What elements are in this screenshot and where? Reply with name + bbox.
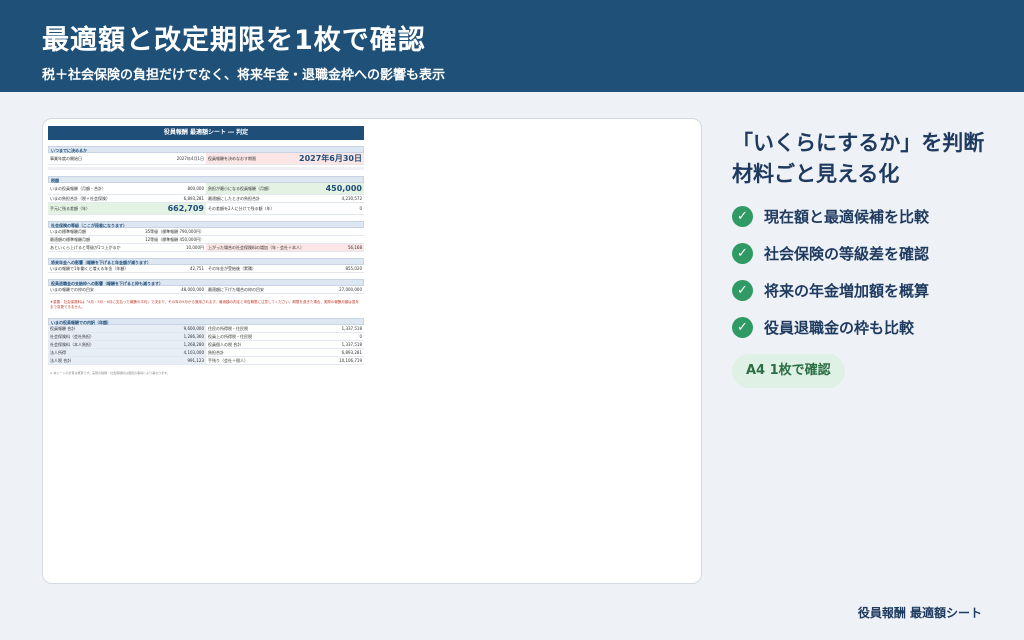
- cell-label: 上がった場合の社会保険料の増加（年・会社＋本人）: [208, 245, 304, 250]
- cell-value: 48,000,000: [181, 287, 204, 292]
- cell-label: 手残り（会社＋個人）: [208, 358, 248, 363]
- cell-value: 1,337,518: [341, 326, 362, 331]
- cell-label: 社会保険料（会社負担）: [50, 334, 94, 339]
- feature-label: 現在額と最適候補を比較: [764, 208, 930, 226]
- cell-label: 最適額に下げた場合の枠の目安: [208, 287, 264, 292]
- cell-value: 1,286,360: [183, 334, 204, 339]
- cell-label: 住民の所得税・住民税: [208, 326, 248, 331]
- cell-value: 6,893,281: [341, 350, 362, 355]
- cell-value: 0: [359, 334, 362, 339]
- cell-value: 0: [359, 206, 362, 211]
- check-icon: ✓: [732, 243, 753, 264]
- cell-label: 法人税 合計: [50, 358, 72, 363]
- cell-value: 12等級（標準報酬 450,000円）: [145, 237, 204, 242]
- feature-heading: 「いくらにするか」を判断材料ごと見える化: [732, 131, 985, 186]
- cell-value: 27,000,000: [339, 287, 362, 292]
- section-retirement: 役員退職金の支給枠への影響（報酬を下げると枠も減ります）: [48, 279, 364, 286]
- cell-value: 2027年4月1日: [176, 156, 204, 161]
- cell-value: 991,123: [187, 358, 204, 363]
- feature-item: ✓ 役員退職金の枠も比較: [732, 317, 914, 338]
- cell-value: 6,893,281: [183, 196, 204, 201]
- cell-value: 9,600,000: [183, 326, 204, 331]
- cell-label: 最適額の標準報酬月額: [50, 237, 90, 242]
- page-title: 最適額と改定期限を1枚で確認: [42, 25, 426, 56]
- feature-item: ✓ 社会保険の等級差を確認: [732, 243, 929, 264]
- cell-label: その年金が受給後（累積）: [208, 266, 256, 271]
- a4-badge: A4 1枚で確認: [732, 354, 845, 388]
- feature-item: ✓ 将来の年金増加額を概算: [732, 280, 929, 301]
- cell-value: 4,230,572: [341, 196, 362, 201]
- cell-label: 事業年度の開始日: [50, 156, 82, 161]
- sheet-preview: 役員報酬 最適額シート ― 判定 いつまでに決めるか 事業年度の開始日 2027年…: [48, 126, 364, 376]
- cell-label: いまの報酬での枠の目安: [50, 287, 94, 292]
- section-grade: 社会保険の等級（ここが段差になります）: [48, 221, 364, 228]
- cell-value: 1,268,280: [183, 342, 204, 347]
- savings-value: 662,709: [167, 204, 204, 213]
- cell-label: あといくら上げると等級が1つ上がるか: [50, 245, 121, 250]
- sheet-note: ※ 本シートの計算は概算です。実際の税額・社会保険料は個別の事情により異なります…: [50, 371, 170, 375]
- cell-value: 1,337,518: [341, 342, 362, 347]
- cell-value: 855,020: [345, 266, 362, 271]
- check-icon: ✓: [732, 317, 753, 338]
- cell-label: 社会保険料（本人負担）: [50, 342, 94, 347]
- cell-value: 4,103,000: [183, 350, 204, 355]
- optimal-value: 450,000: [325, 184, 362, 193]
- cell-label: 役員報酬 合計: [50, 326, 76, 331]
- cell-label: その差額を2人に分けて残る額（年）: [208, 206, 275, 211]
- feature-label: 役員退職金の枠も比較: [764, 319, 915, 337]
- cell-value: 56,168: [348, 245, 362, 250]
- section-pension: 将来年金への影響（報酬を下げると年金額が減ります）: [48, 258, 364, 265]
- cell-label: いまの役員報酬（月額・合計）: [50, 186, 106, 191]
- section-tax: 税額: [48, 176, 364, 183]
- feature-item: ✓ 現在額と最適候補を比較: [732, 206, 929, 227]
- page-subtitle: 税＋社会保険の負担だけでなく、将来年金・退職金枠への影響も表示: [42, 68, 446, 83]
- cell-label: 役員個人の税 合計: [208, 342, 242, 347]
- sheet-title: 役員報酬 最適額シート ― 判定: [48, 126, 364, 140]
- cell-value: 10,000円: [186, 245, 204, 250]
- cell-label: 最適額にしたときの負担合計: [208, 196, 260, 201]
- deadline-value: 2027年6月30日: [299, 154, 362, 163]
- cell-value: 10,106,719: [339, 358, 362, 363]
- check-icon: ✓: [732, 206, 753, 227]
- cell-label: 負担が最小になる役員報酬（月額）: [208, 186, 272, 191]
- check-icon: ✓: [732, 280, 753, 301]
- cell-label: 負担合計: [208, 350, 224, 355]
- section-breakdown: いまの役員報酬での内訳（年額）: [48, 318, 364, 325]
- cell-label: いまの負担合計（税＋社会保険）: [50, 196, 110, 201]
- cell-label: 役員報酬を決めなおす期限: [208, 156, 256, 161]
- cell-label: いまの標準報酬月額: [50, 229, 86, 234]
- cell-value: 800,000: [187, 186, 204, 191]
- feature-label: 将来の年金増加額を概算: [764, 282, 930, 300]
- feature-label: 社会保険の等級差を確認: [764, 245, 930, 263]
- cell-label: 法人所得: [50, 350, 66, 355]
- cell-value: 42,751: [190, 266, 204, 271]
- warning-note: ★重要：社会保険料は「4月・5月・6月に支払った報酬の平均」で決まり、その年の9…: [50, 300, 359, 309]
- cell-label: いまの報酬で1年働くと増える年金（年額）: [50, 266, 129, 271]
- cell-value: 35等級（標準報酬 790,000円）: [145, 229, 204, 234]
- cell-label: 役員上の所得税・住民税: [208, 334, 252, 339]
- footer-label: 役員報酬 最適額シート: [857, 606, 982, 620]
- section-deadline: いつまでに決めるか: [48, 146, 364, 153]
- cell-label: 手元に残る差額（年）: [50, 206, 90, 211]
- page-header: 最適額と改定期限を1枚で確認 税＋社会保険の負担だけでなく、将来年金・退職金枠へ…: [0, 0, 1024, 92]
